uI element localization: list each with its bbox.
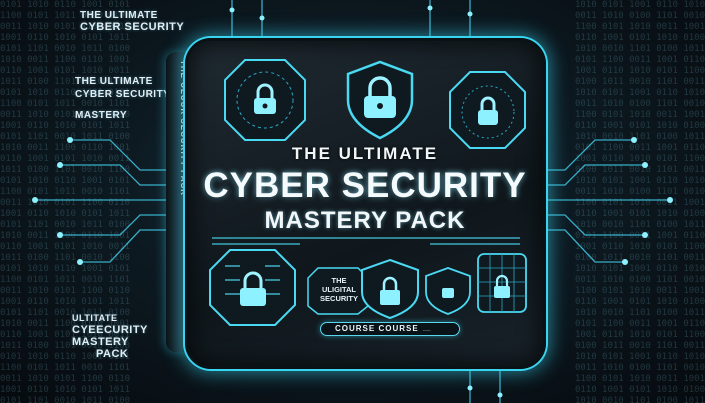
shield-icon	[425, 267, 471, 315]
title-line-1: THE ULTIMATE	[291, 144, 439, 163]
circuit-chip-icon	[209, 249, 296, 326]
shield-icon	[361, 258, 419, 320]
title-line-2: CYBER SECURITY	[203, 166, 527, 205]
padlock-icon	[449, 71, 526, 149]
grid-icon	[477, 253, 527, 313]
shield-icon	[346, 60, 414, 140]
badge-line: SECURITY	[320, 294, 358, 303]
padlock-icon	[224, 59, 306, 141]
course-bar: COURSE COURSE ------	[320, 322, 460, 336]
badge-label: THE ULIGITAL SECURITY	[312, 272, 366, 310]
course-bar-label: COURSE COURSE	[335, 324, 419, 333]
title-line-3: MASTERY PACK	[264, 207, 466, 234]
badge-line: THE	[331, 276, 347, 285]
badge-line: ULIGITAL	[321, 285, 357, 294]
course-bar-small: ------	[422, 327, 431, 332]
